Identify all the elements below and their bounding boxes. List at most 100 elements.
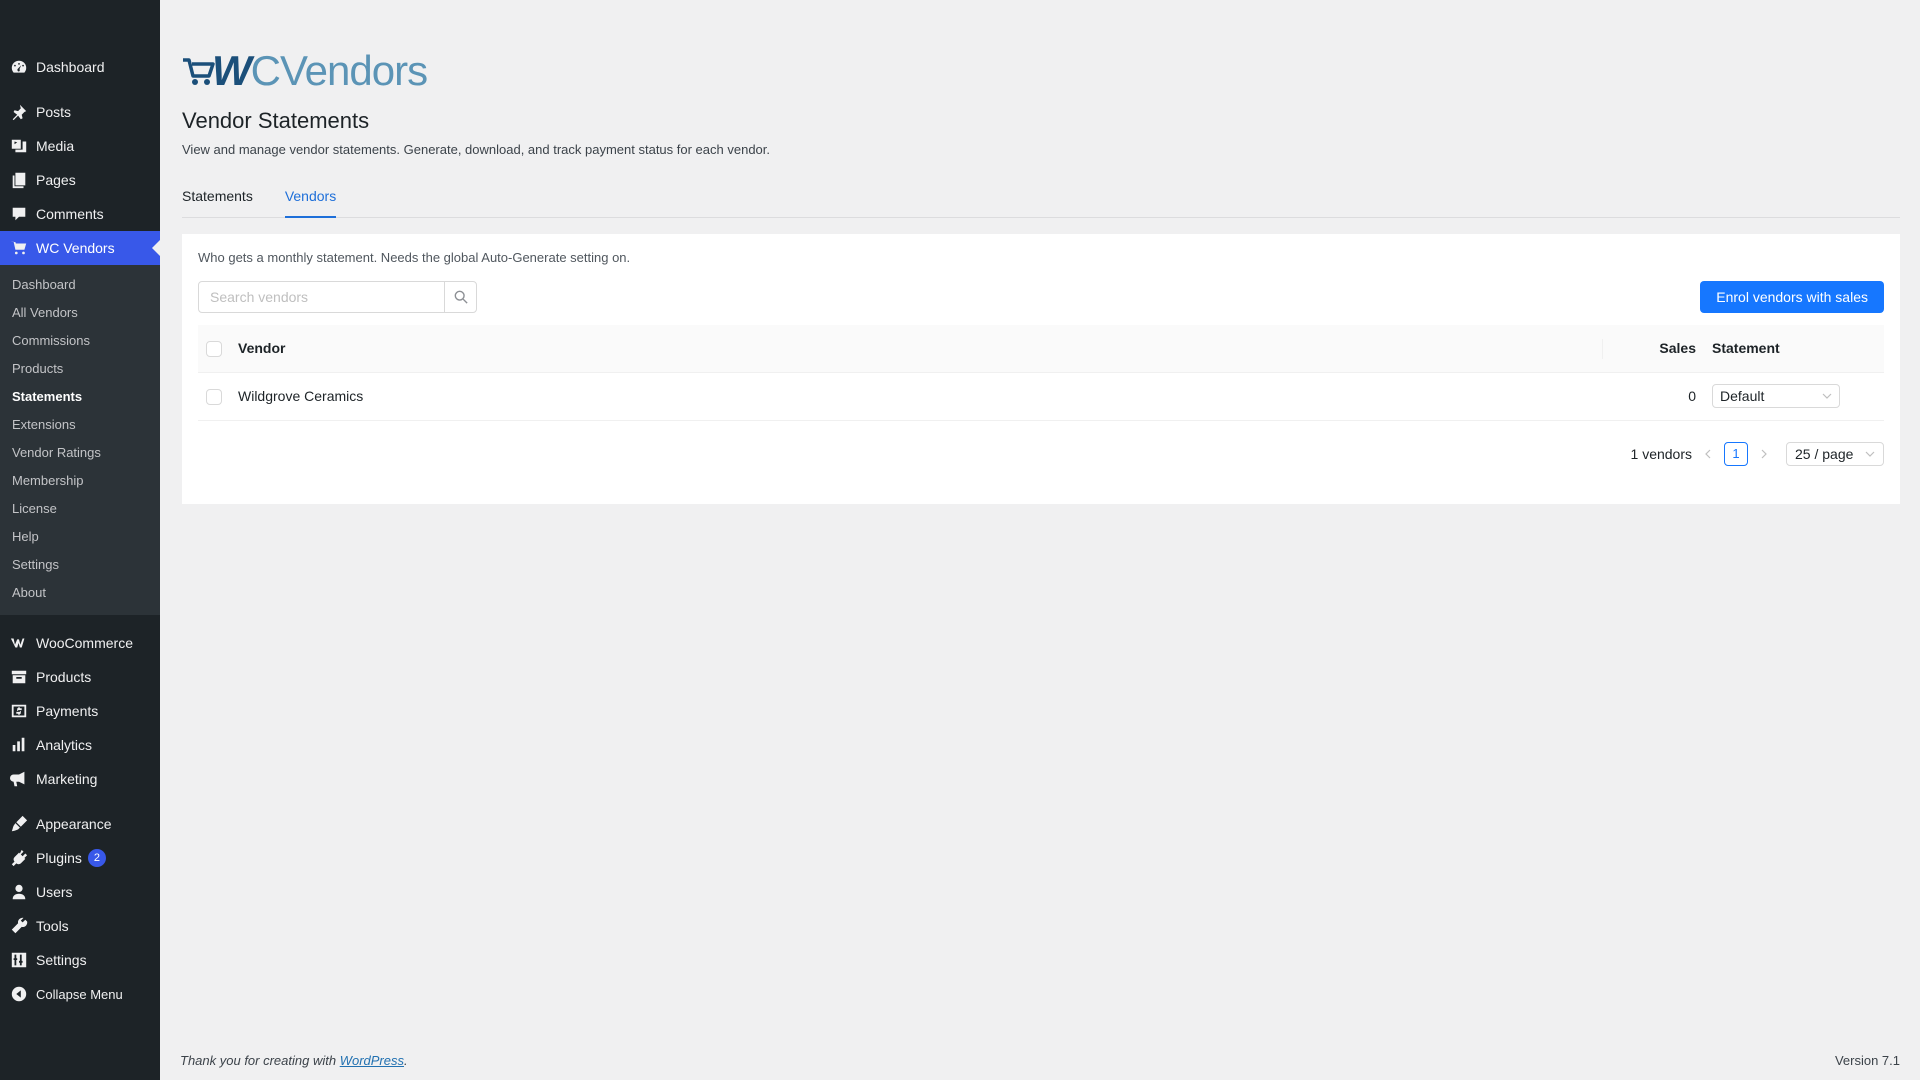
search-button[interactable] — [444, 282, 476, 312]
menu-label: Payments — [36, 703, 99, 719]
menu-appearance[interactable]: Appearance — [0, 807, 160, 841]
bar-chart-icon — [10, 736, 28, 754]
submenu-dashboard[interactable]: Dashboard — [0, 271, 160, 299]
media-icon — [10, 137, 28, 155]
footer-thanks: Thank you for creating with WordPress. — [180, 1053, 408, 1068]
submenu-vendor-ratings[interactable]: Vendor Ratings — [0, 439, 160, 467]
statement-select-value: Default — [1720, 388, 1765, 404]
vendors-table: Vendor Sales Statement Wildgrove Ceramic… — [198, 325, 1884, 421]
submenu-commissions[interactable]: Commissions — [0, 327, 160, 355]
menu-marketing[interactable]: Marketing — [0, 762, 160, 796]
main-content: WCVendors Vendor Statements View and man… — [160, 0, 1920, 1080]
vendors-panel: Who gets a monthly statement. Needs the … — [182, 234, 1900, 504]
column-statement: Statement — [1712, 325, 1884, 373]
menu-label: WC Vendors — [36, 240, 115, 256]
logo-text: CVendors — [250, 47, 428, 94]
footer-suffix: . — [404, 1053, 408, 1068]
next-page-button[interactable] — [1756, 446, 1772, 462]
tab-vendors[interactable]: Vendors — [284, 184, 337, 218]
tab-bar: Statements Vendors — [182, 184, 1900, 218]
submenu-settings[interactable]: Settings — [0, 551, 160, 579]
search-icon — [454, 290, 468, 304]
panel-note: Who gets a monthly statement. Needs the … — [198, 250, 631, 265]
user-icon — [10, 883, 28, 901]
logo-cart-icon — [183, 58, 215, 85]
menu-products[interactable]: Products — [0, 660, 160, 694]
enrol-vendors-button[interactable]: Enrol vendors with sales — [1700, 281, 1884, 313]
wordpress-link[interactable]: WordPress — [340, 1053, 404, 1068]
comment-icon — [10, 205, 28, 223]
settings-icon — [10, 951, 28, 969]
page-description: View and manage vendor statements. Gener… — [182, 142, 771, 157]
menu-payments[interactable]: Payments — [0, 694, 160, 728]
menu-label: Settings — [36, 952, 87, 968]
menu-label: Marketing — [36, 771, 98, 787]
footer-thanks-text: Thank you for creating with — [180, 1053, 340, 1068]
row-checkbox[interactable] — [206, 388, 222, 405]
panel-toolbar: Enrol vendors with sales — [198, 281, 1884, 313]
menu-settings[interactable]: Settings — [0, 943, 160, 977]
page-title: Vendor Statements — [182, 108, 370, 133]
megaphone-icon — [10, 770, 28, 788]
table-row: Wildgrove Ceramics 0 Default — [198, 372, 1884, 421]
pagination-total: 1 vendors — [1630, 446, 1692, 462]
menu-dashboard[interactable]: Dashboard — [0, 50, 160, 84]
menu-users[interactable]: Users — [0, 875, 160, 909]
menu-pages[interactable]: Pages — [0, 163, 160, 197]
menu-tools[interactable]: Tools — [0, 909, 160, 943]
search-input[interactable] — [199, 282, 444, 312]
menu-analytics[interactable]: Analytics — [0, 728, 160, 762]
menu-label: Media — [36, 138, 75, 154]
dashboard-icon — [10, 58, 28, 76]
menu-wc-vendors[interactable]: WC Vendors — [0, 231, 160, 265]
menu-label: Dashboard — [36, 59, 105, 75]
submenu-all-vendors[interactable]: All Vendors — [0, 299, 160, 327]
vendor-search — [198, 281, 477, 313]
wc-vendors-logo: WCVendors — [182, 47, 428, 94]
menu-label: Posts — [36, 104, 72, 120]
prev-page-button[interactable] — [1700, 446, 1716, 462]
chevron-down-icon — [1865, 451, 1875, 457]
tab-statements[interactable]: Statements — [182, 184, 253, 218]
submenu-statements[interactable]: Statements — [0, 383, 160, 411]
submenu-membership[interactable]: Membership — [0, 467, 160, 495]
page-size-select[interactable]: 25 / page — [1786, 442, 1884, 466]
menu-label: Analytics — [36, 737, 93, 753]
column-vendor: Vendor — [238, 325, 1602, 373]
wrench-icon — [10, 917, 28, 935]
menu-label: WooCommerce — [36, 635, 133, 651]
submenu-license[interactable]: License — [0, 495, 160, 523]
menu-comments[interactable]: Comments — [0, 197, 160, 231]
menu-label: Plugins — [36, 850, 82, 866]
submenu-products[interactable]: Products — [0, 355, 160, 383]
menu-media[interactable]: Media — [0, 129, 160, 163]
wc-vendors-submenu: Dashboard All Vendors Commissions Produc… — [0, 265, 160, 615]
cart-icon — [10, 239, 28, 257]
menu-plugins[interactable]: Plugins 2 — [0, 841, 160, 875]
menu-woocommerce[interactable]: WooCommerce — [0, 626, 160, 660]
statement-select[interactable]: Default — [1712, 384, 1840, 408]
chevron-down-icon — [1822, 393, 1832, 399]
menu-label: Users — [36, 884, 73, 900]
vendor-sales: 0 — [1602, 372, 1712, 421]
submenu-about[interactable]: About — [0, 579, 160, 607]
logo-w: W — [212, 47, 252, 94]
pages-icon — [10, 171, 28, 189]
column-sales: Sales — [1602, 325, 1712, 373]
menu-collapse[interactable]: Collapse Menu — [0, 977, 160, 1011]
vendor-name: Wildgrove Ceramics — [238, 372, 1602, 421]
menu-label: Products — [36, 669, 92, 685]
select-all-checkbox[interactable] — [206, 340, 222, 357]
menu-label: Pages — [36, 172, 76, 188]
page-size-value: 25 / page — [1795, 446, 1854, 462]
page-number-button[interactable]: 1 — [1724, 442, 1748, 466]
collapse-icon — [10, 985, 28, 1003]
submenu-extensions[interactable]: Extensions — [0, 411, 160, 439]
plugins-update-badge: 2 — [87, 849, 106, 867]
menu-label: Tools — [36, 918, 69, 934]
footer-version: Version 7.1 — [1834, 1053, 1900, 1068]
woo-icon — [10, 634, 28, 652]
chevron-right-icon — [1761, 449, 1767, 459]
submenu-help[interactable]: Help — [0, 523, 160, 551]
menu-posts[interactable]: Posts — [0, 95, 160, 129]
